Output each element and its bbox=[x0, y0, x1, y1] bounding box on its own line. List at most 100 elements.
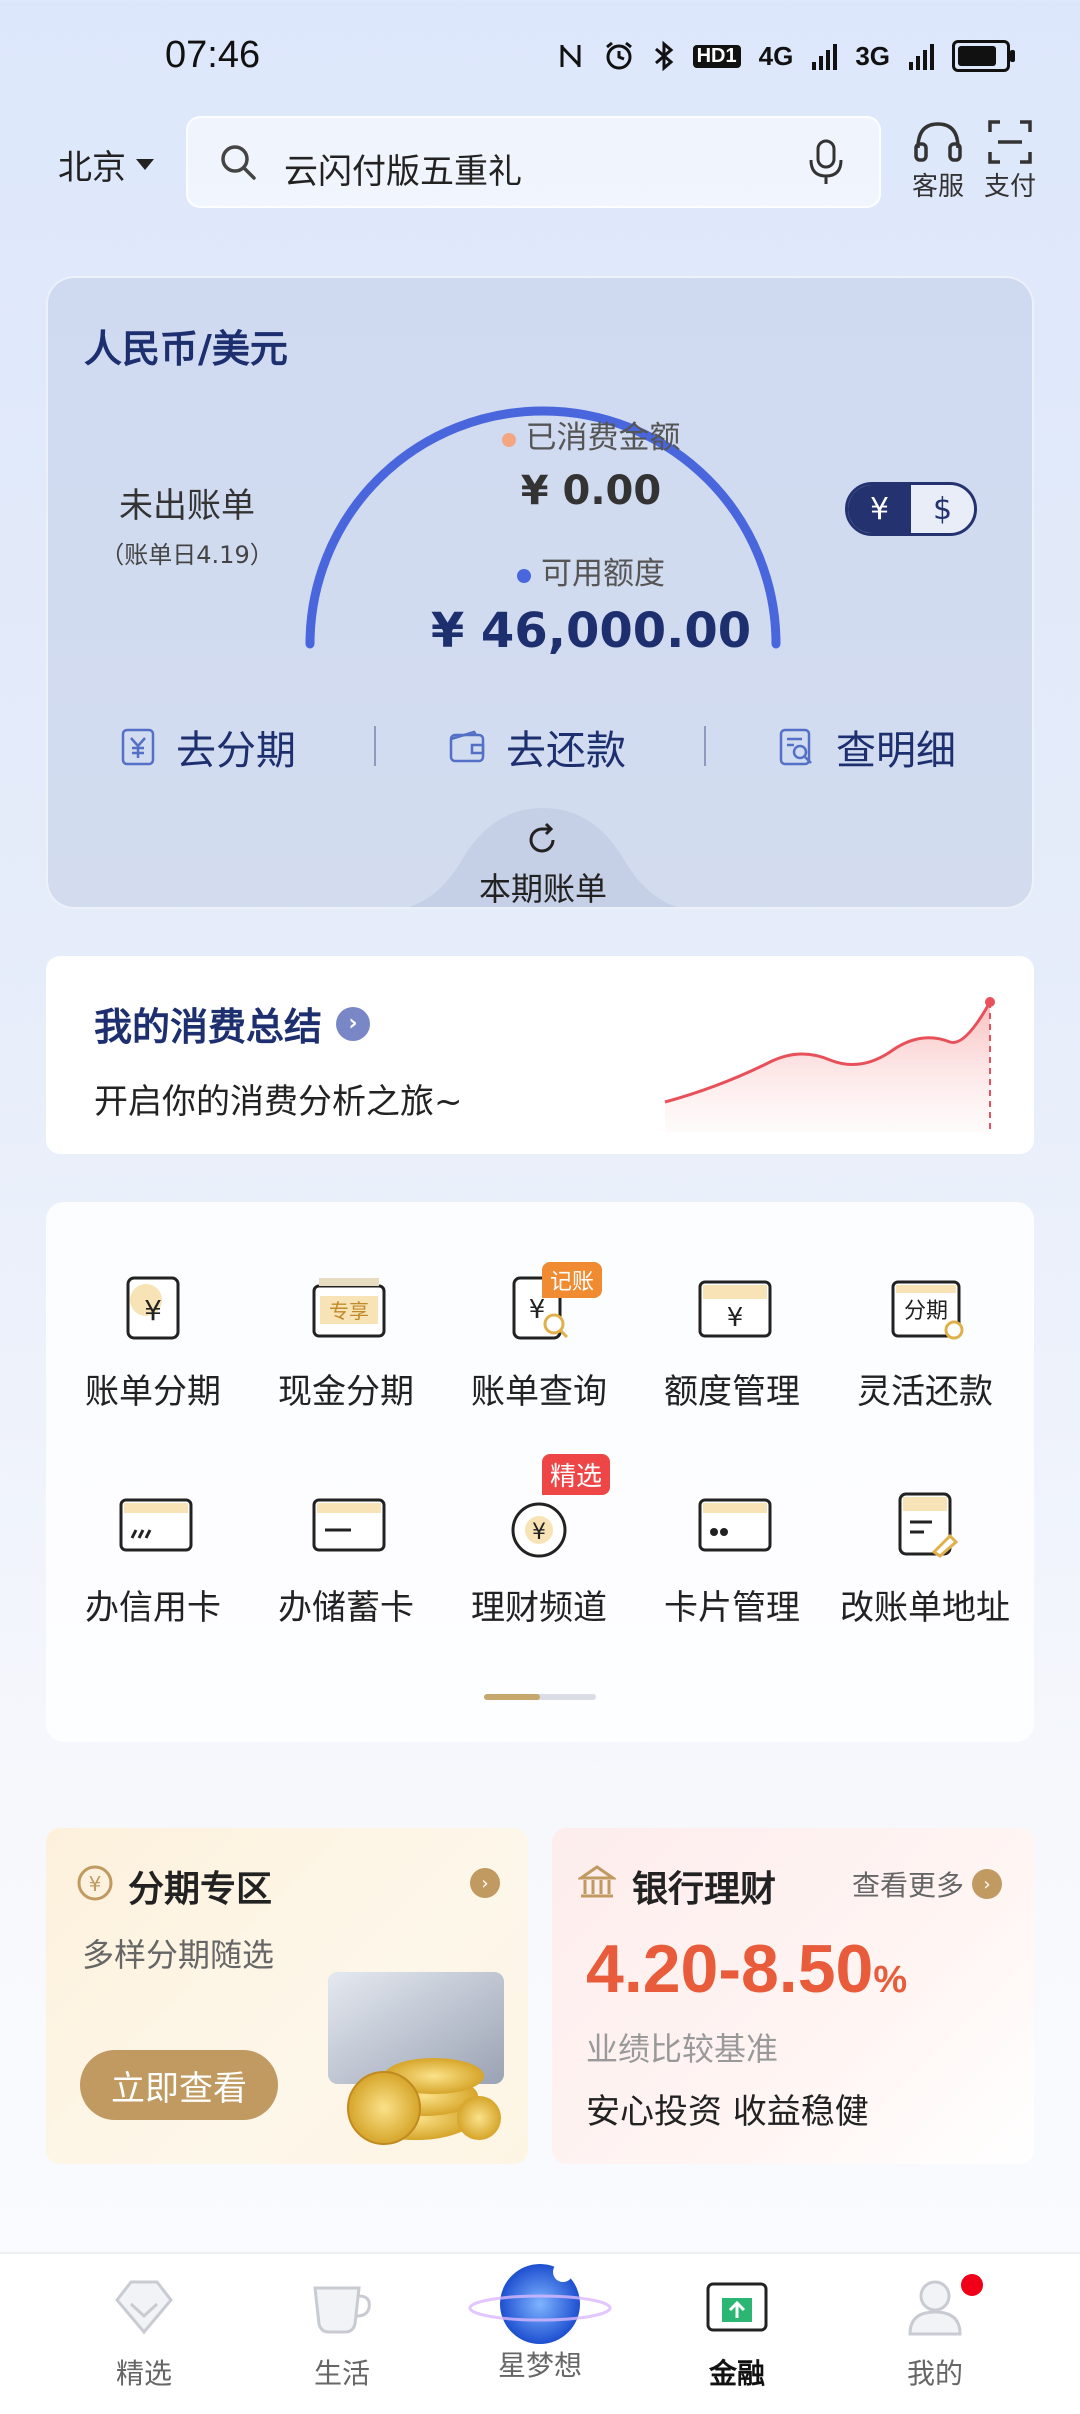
bill-query-label: 账单查询 bbox=[471, 1372, 607, 1412]
cash-installment-icon-text: 专享 bbox=[329, 1299, 369, 1323]
spent-label: 已消费金额 bbox=[525, 420, 681, 456]
planet-icon bbox=[468, 2262, 612, 2344]
bill-date: （账单日4.19） bbox=[100, 541, 274, 569]
change-bill-address-label: 改账单地址 bbox=[840, 1588, 1010, 1628]
search-icon bbox=[221, 145, 256, 180]
svg-text:¥: ¥ bbox=[529, 1295, 546, 1325]
chevron-down-icon bbox=[136, 159, 154, 170]
available-value: ¥ 46,000.00 bbox=[430, 603, 752, 659]
card-title: 人民币/美元 bbox=[84, 327, 288, 371]
cash-installment-icon: 专享 bbox=[312, 1278, 386, 1338]
scan-icon bbox=[988, 120, 1032, 164]
nav-finance[interactable]: 金融 bbox=[657, 2274, 817, 2392]
chevron-right-icon[interactable]: › bbox=[470, 1868, 500, 1898]
bluetooth-icon bbox=[654, 40, 673, 72]
installment-action-label: 去分期 bbox=[176, 728, 296, 774]
cash-installment-item[interactable]: 专享 现金分期 bbox=[251, 1274, 441, 1413]
nav-mine[interactable]: 我的 bbox=[855, 2274, 1015, 2392]
flexible-repayment-item[interactable]: 分期 灵活还款 bbox=[830, 1274, 1020, 1413]
limit-management-label: 额度管理 bbox=[664, 1372, 800, 1412]
card-management-icon bbox=[698, 1498, 772, 1552]
search-input[interactable]: 云闪付版五重礼 bbox=[284, 144, 522, 193]
nav-star-dream-label: 星梦想 bbox=[497, 2349, 582, 2382]
hd-icon: HD1 bbox=[692, 44, 741, 68]
nav-finance-label: 金融 bbox=[708, 2357, 765, 2390]
spent-dot bbox=[501, 432, 516, 447]
consumption-summary-card[interactable]: 我的消费总结 › 开启你的消费分析之旅~ bbox=[46, 956, 1034, 1154]
available-label: 可用额度 bbox=[541, 556, 665, 592]
view-now-button[interactable]: 立即查看 bbox=[80, 2050, 278, 2120]
bank-wealth-card[interactable]: 银行理财 查看更多 › 4.20-8.50% 业绩比较基准 安心投资 收益稳健 bbox=[552, 1828, 1034, 2164]
installment-zone-card[interactable]: ¥ 分期专区 › 多样分期随选 立即查看 bbox=[46, 1828, 528, 2164]
user-icon bbox=[908, 2280, 962, 2336]
change-bill-address-item[interactable]: 改账单地址 bbox=[830, 1490, 1020, 1629]
wealth-channel-item[interactable]: ¥ 精选 理财频道 bbox=[444, 1454, 634, 1629]
apply-debit-card-item[interactable]: 办储蓄卡 bbox=[251, 1490, 441, 1629]
view-more-label: 查看更多 bbox=[852, 1869, 965, 1902]
current-bill-tab[interactable]: 本期账单 bbox=[408, 808, 678, 907]
credit-card-panel: 人民币/美元 未出账单 （账单日4.19） 已消费金额 ¥ 0.00 可用额度 … bbox=[46, 276, 1034, 909]
nav-featured[interactable]: 精选 bbox=[64, 2274, 224, 2392]
installment-zone-title: 分期专区 bbox=[128, 1869, 273, 1910]
cup-icon bbox=[313, 2286, 371, 2334]
svg-text:¥: ¥ bbox=[144, 1294, 162, 1327]
svg-text:¥: ¥ bbox=[532, 1520, 546, 1545]
pay-button[interactable]: 支付 bbox=[984, 118, 1036, 203]
grid-page-indicator bbox=[484, 1694, 596, 1700]
repay-action-button[interactable]: 去还款 bbox=[448, 718, 626, 776]
wealth-channel-badge: 精选 bbox=[542, 1454, 611, 1495]
chevron-right-icon: › bbox=[972, 1869, 1003, 1899]
alarm-icon bbox=[605, 41, 632, 70]
flexible-repayment-label: 灵活还款 bbox=[857, 1372, 993, 1412]
unbilled-section[interactable]: 未出账单 （账单日4.19） bbox=[72, 478, 302, 570]
customer-service-button[interactable]: 客服 bbox=[912, 118, 964, 203]
bill-address-icon bbox=[898, 1492, 959, 1558]
microphone-icon[interactable] bbox=[806, 138, 846, 186]
summary-subtitle: 开启你的消费分析之旅~ bbox=[94, 1082, 463, 1122]
bill-installment-item[interactable]: ¥ 账单分期 bbox=[58, 1274, 248, 1413]
view-more-link[interactable]: 查看更多 › bbox=[852, 1864, 1003, 1904]
signal-4g-icon: 4G bbox=[758, 40, 794, 71]
wealth-channel-label: 理财频道 bbox=[471, 1588, 607, 1628]
yield-rate-unit: % bbox=[873, 1959, 908, 2001]
signal-bars-icon-2 bbox=[909, 44, 934, 70]
available-label-row: 可用额度 bbox=[348, 548, 834, 593]
card-management-item[interactable]: 卡片管理 bbox=[637, 1490, 827, 1629]
limit-management-item[interactable]: ¥ 额度管理 bbox=[637, 1274, 827, 1413]
apply-credit-card-item[interactable]: 办信用卡 bbox=[58, 1490, 248, 1629]
yen-box-icon bbox=[121, 728, 155, 766]
spent-value: ¥ 0.00 bbox=[520, 468, 662, 514]
chevron-right-icon: › bbox=[336, 1006, 371, 1041]
status-time: 07:46 bbox=[165, 34, 261, 76]
trend-sparkline bbox=[664, 997, 995, 1132]
search-bar[interactable]: 云闪付版五重礼 bbox=[186, 116, 881, 208]
nav-featured-label: 精选 bbox=[115, 2357, 172, 2390]
feature-grid: ¥ 账单分期 专享 现金分期 ¥ 记账 账单查询 ¥ 额度管理 分期 灵活还款 … bbox=[46, 1202, 1034, 1742]
service-label: 客服 bbox=[912, 172, 965, 202]
yield-rate: 4.20-8.50% bbox=[586, 1930, 907, 2008]
currency-usd-option[interactable]: $ bbox=[911, 485, 974, 533]
divider bbox=[704, 726, 706, 766]
currency-cny-option[interactable]: ¥ bbox=[848, 485, 911, 533]
summary-title: 我的消费总结 bbox=[94, 1005, 323, 1049]
nav-star-dream[interactable]: 星梦想 bbox=[460, 2262, 620, 2384]
finance-icon bbox=[706, 2282, 768, 2332]
bill-installment-label: 账单分期 bbox=[85, 1372, 221, 1412]
nfc-icon bbox=[560, 45, 581, 67]
svg-text:¥: ¥ bbox=[89, 1872, 102, 1896]
currency-toggle[interactable]: ¥ $ bbox=[845, 482, 977, 536]
city-selector[interactable]: 北京 bbox=[58, 140, 154, 189]
installment-action-button[interactable]: 去分期 bbox=[120, 718, 296, 776]
details-action-button[interactable]: 查明细 bbox=[778, 718, 956, 776]
bill-installment-icon: ¥ bbox=[126, 1276, 180, 1340]
yen-coin-icon: ¥ bbox=[77, 1865, 113, 1901]
bank-icon bbox=[578, 1865, 616, 1898]
debit-card-icon bbox=[312, 1498, 386, 1552]
details-action-label: 查明细 bbox=[836, 728, 956, 774]
bill-query-item[interactable]: ¥ 记账 账单查询 bbox=[444, 1262, 634, 1413]
unbilled-label: 未出账单 bbox=[119, 486, 255, 526]
credit-card-icon bbox=[119, 1498, 193, 1552]
limit-management-icon: ¥ bbox=[698, 1280, 772, 1338]
nav-life[interactable]: 生活 bbox=[262, 2274, 422, 2392]
available-dot bbox=[517, 568, 531, 583]
